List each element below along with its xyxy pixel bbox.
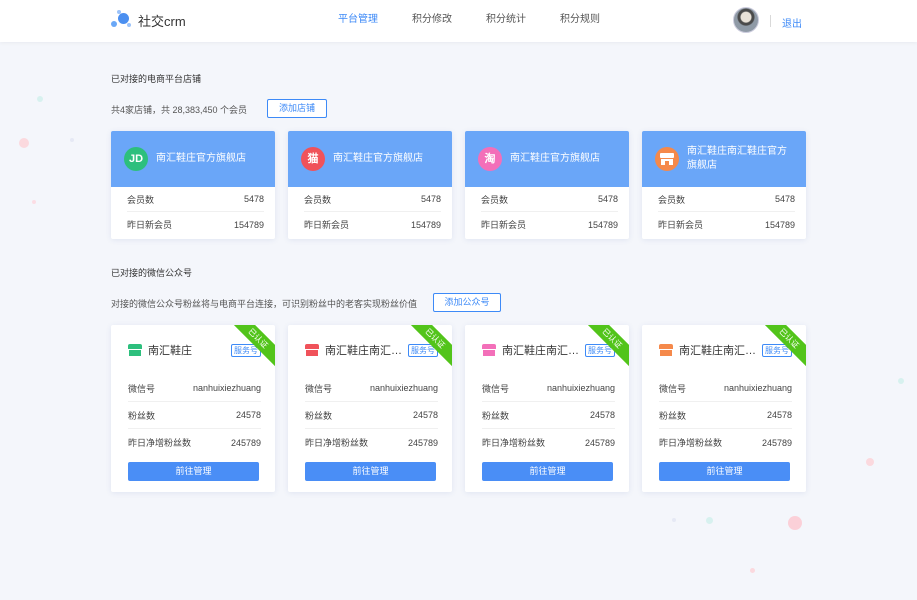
decorative-dot bbox=[750, 568, 755, 573]
tmall-icon: 猫 bbox=[301, 147, 325, 171]
nav-item-points-rules[interactable]: 积分规则 bbox=[560, 0, 600, 42]
wechat-id-label: 微信号 bbox=[305, 383, 333, 394]
account-name: 南汇鞋庄南汇鞋... bbox=[502, 345, 584, 357]
fans-growth-value: 245789 bbox=[584, 437, 615, 448]
fans-growth-value: 245789 bbox=[407, 437, 438, 448]
decorative-dot bbox=[788, 516, 802, 530]
new-members-value: 154789 bbox=[587, 219, 618, 230]
fans-value: 24578 bbox=[235, 410, 261, 420]
avatar[interactable] bbox=[733, 7, 759, 33]
new-members-value: 154789 bbox=[233, 219, 264, 230]
new-members-label: 昨日新会员 bbox=[658, 220, 704, 230]
logout-link[interactable]: 退出 bbox=[782, 15, 802, 30]
logo-icon bbox=[110, 10, 132, 30]
account-name: 南汇鞋庄南汇鞋... bbox=[679, 345, 761, 357]
decorative-dot bbox=[37, 96, 43, 102]
nav-item-platform[interactable]: 平台管理 bbox=[338, 0, 378, 42]
fans-label: 粉丝数 bbox=[128, 410, 156, 421]
fans-value: 24578 bbox=[412, 410, 438, 420]
decorative-dot bbox=[32, 200, 36, 204]
wechat-card[interactable]: 已认证 南汇鞋庄 服务号 微信号 nanhuixiezhuang 粉丝数 24578… bbox=[111, 325, 275, 492]
fans-label: 粉丝数 bbox=[659, 410, 687, 421]
manage-button[interactable]: 前往管理 bbox=[128, 462, 259, 481]
account-name: 南汇鞋庄 bbox=[148, 345, 192, 357]
top-header: 社交crm 平台管理 积分修改 积分统计 积分规则 退出 bbox=[0, 0, 917, 42]
account-name: 南汇鞋庄南汇鞋... bbox=[325, 345, 407, 357]
store-name: 南汇鞋庄官方旗舰店 bbox=[156, 153, 246, 164]
members-value: 5478 bbox=[597, 194, 618, 204]
wechat-card[interactable]: 已认证 南汇鞋庄南汇鞋... 服务号 微信号 nanhuixiezhuang 粉丝… bbox=[465, 325, 629, 492]
shop-icon bbox=[659, 344, 673, 356]
shop-icon bbox=[482, 344, 496, 356]
app-logo[interactable]: 社交crm bbox=[110, 10, 186, 30]
manage-button[interactable]: 前往管理 bbox=[659, 462, 790, 481]
wechat-id-label: 微信号 bbox=[482, 383, 510, 394]
shop-icon bbox=[305, 344, 319, 356]
decorative-dot bbox=[672, 518, 676, 522]
wechat-card[interactable]: 已认证 南汇鞋庄南汇鞋... 服务号 微信号 nanhuixiezhuang 粉丝… bbox=[642, 325, 806, 492]
wechat-id-value: nanhuixiezhuang bbox=[723, 383, 792, 393]
wechat-id-label: 微信号 bbox=[128, 383, 156, 394]
shop-icon bbox=[128, 344, 142, 356]
members-label: 会员数 bbox=[127, 194, 155, 205]
store-card[interactable]: JD 南汇鞋庄官方旗舰店 会员数 5478 昨日新会员 154789 bbox=[111, 131, 275, 239]
nav-item-points-stats[interactable]: 积分统计 bbox=[486, 0, 526, 42]
members-value: 5478 bbox=[774, 194, 795, 204]
store-name: 南汇鞋庄官方旗舰店 bbox=[333, 153, 423, 164]
new-members-label: 昨日新会员 bbox=[304, 220, 350, 230]
header-divider bbox=[770, 15, 771, 27]
wechat-id-value: nanhuixiezhuang bbox=[192, 383, 261, 393]
fans-growth-value: 245789 bbox=[761, 437, 792, 448]
manage-button[interactable]: 前往管理 bbox=[482, 462, 613, 481]
decorative-dot bbox=[706, 517, 713, 524]
new-members-value: 154789 bbox=[764, 219, 795, 230]
store-card[interactable]: 淘 南汇鞋庄官方旗舰店 会员数 5478 昨日新会员 154789 bbox=[465, 131, 629, 239]
fans-growth-value: 245789 bbox=[230, 437, 261, 448]
new-members-value: 154789 bbox=[410, 219, 441, 230]
shop-icon bbox=[655, 147, 679, 171]
members-label: 会员数 bbox=[481, 194, 509, 205]
fans-growth-label: 昨日净增粉丝数 bbox=[128, 438, 192, 448]
store-name: 南汇鞋庄南汇鞋庄官方旗舰店 bbox=[687, 146, 787, 171]
store-name: 南汇鞋庄官方旗舰店 bbox=[510, 153, 600, 164]
new-members-label: 昨日新会员 bbox=[481, 220, 527, 230]
wechat-id-value: nanhuixiezhuang bbox=[546, 383, 615, 393]
wechat-section-title: 已对接的微信公众号 bbox=[111, 268, 193, 278]
wechat-id-label: 微信号 bbox=[659, 383, 687, 394]
stores-section-title: 已对接的电商平台店铺 bbox=[111, 74, 202, 84]
stores-summary: 共4家店铺，共 28,383,450 个会员 bbox=[111, 105, 248, 115]
app-title: 社交crm bbox=[138, 13, 186, 29]
fans-growth-label: 昨日净增粉丝数 bbox=[482, 438, 546, 448]
decorative-dot bbox=[898, 378, 904, 384]
manage-button[interactable]: 前往管理 bbox=[305, 462, 436, 481]
fans-label: 粉丝数 bbox=[305, 410, 333, 421]
wechat-id-value: nanhuixiezhuang bbox=[369, 383, 438, 393]
members-value: 5478 bbox=[420, 194, 441, 204]
store-card[interactable]: 南汇鞋庄南汇鞋庄官方旗舰店 会员数 5478 昨日新会员 154789 bbox=[642, 131, 806, 239]
decorative-dot bbox=[866, 458, 874, 466]
jd-icon: JD bbox=[124, 147, 148, 171]
store-card[interactable]: 猫 南汇鞋庄官方旗舰店 会员数 5478 昨日新会员 154789 bbox=[288, 131, 452, 239]
fans-growth-label: 昨日净增粉丝数 bbox=[659, 438, 723, 448]
fans-growth-label: 昨日净增粉丝数 bbox=[305, 438, 369, 448]
main-nav: 平台管理 积分修改 积分统计 积分规则 bbox=[338, 0, 634, 42]
decorative-dot bbox=[19, 138, 29, 148]
add-store-button[interactable]: 添加店铺 bbox=[267, 99, 327, 118]
add-wechat-button[interactable]: 添加公众号 bbox=[433, 293, 501, 312]
members-value: 5478 bbox=[243, 194, 264, 204]
members-label: 会员数 bbox=[658, 194, 686, 205]
fans-value: 24578 bbox=[766, 410, 792, 420]
wechat-card[interactable]: 已认证 南汇鞋庄南汇鞋... 服务号 微信号 nanhuixiezhuang 粉丝… bbox=[288, 325, 452, 492]
fans-value: 24578 bbox=[589, 410, 615, 420]
fans-label: 粉丝数 bbox=[482, 410, 510, 421]
wechat-summary: 对接的微信公众号粉丝将与电商平台连接，可识别粉丝中的老客实现粉丝价值 bbox=[111, 299, 418, 309]
members-label: 会员数 bbox=[304, 194, 332, 205]
new-members-label: 昨日新会员 bbox=[127, 220, 173, 230]
nav-item-points-edit[interactable]: 积分修改 bbox=[412, 0, 452, 42]
taobao-icon: 淘 bbox=[478, 147, 502, 171]
decorative-dot bbox=[70, 138, 74, 142]
